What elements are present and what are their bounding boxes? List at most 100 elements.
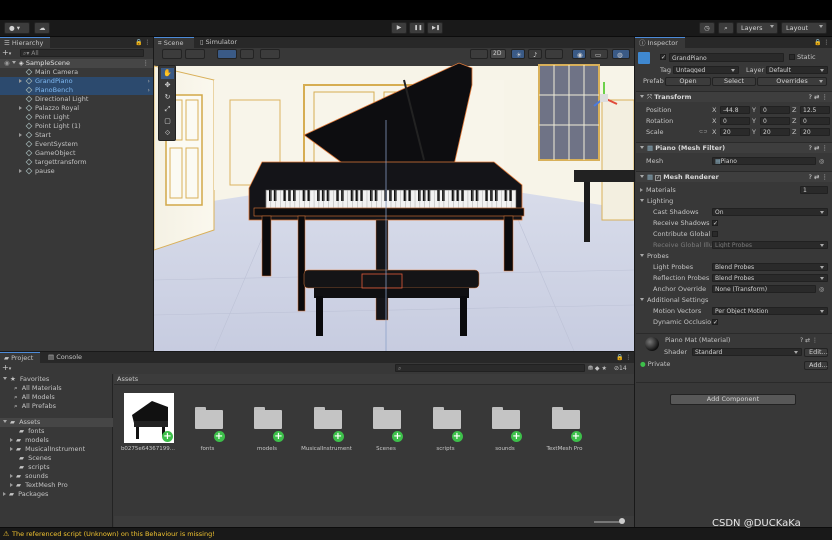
transform-tool-button[interactable]: ⟐ (161, 128, 174, 139)
tab-simulator[interactable]: ▯ Simulator (196, 37, 246, 48)
shading-dropdown[interactable] (470, 49, 488, 59)
project-search-input[interactable]: ⌕ (395, 364, 585, 372)
component-menu-icons[interactable]: ? ⇄ ⋮ (800, 336, 818, 345)
cloud-button[interactable]: ☁ (34, 22, 50, 34)
contribute-gi-checkbox[interactable] (712, 231, 718, 237)
inspector-tab-menu[interactable]: 🔒 ⋮ (810, 37, 832, 48)
account-button[interactable]: ● ▾ (4, 22, 30, 34)
status-message[interactable]: The referenced script (Unknown) on this … (12, 530, 215, 538)
expand-arrow[interactable] (10, 447, 13, 451)
tree-favorite-item[interactable]: ⌕ All Models (0, 393, 113, 402)
filter-icons[interactable]: ⛃ ◆ ★ (588, 364, 607, 373)
tree-favorite-item[interactable]: ⌕ All Prefabs (0, 402, 113, 411)
tree-favorite-item[interactable]: ⌕ All Materials (0, 384, 113, 393)
transform-header[interactable]: ⤧ Transform ? ⇄ ⋮ (636, 91, 832, 102)
gizmos-dropdown[interactable]: ◍ (612, 49, 630, 59)
rotation-y-field[interactable]: 0 (760, 117, 790, 125)
prefab-open-button[interactable]: Open (665, 77, 711, 86)
folder-icon[interactable] (313, 407, 342, 429)
collapse-arrow[interactable] (3, 377, 7, 380)
scene-viewport[interactable] (154, 60, 634, 351)
layout-dropdown[interactable]: Layout (781, 22, 827, 34)
hierarchy-add-button[interactable]: +▾ (2, 49, 14, 58)
breadcrumb[interactable]: Assets (114, 374, 634, 385)
expand-arrow[interactable] (19, 106, 22, 110)
additional-settings-section[interactable]: Additional Settings (640, 296, 708, 305)
hierarchy-item[interactable]: GameObject (0, 149, 153, 158)
edit-shader-button[interactable]: Edit... (804, 348, 828, 357)
position-x-field[interactable]: -44.8 (720, 106, 750, 114)
layers-dropdown[interactable]: Layers (736, 22, 778, 34)
materials-count-field[interactable]: 1 (800, 186, 828, 194)
link-icon[interactable]: ⊂⊃ (699, 128, 707, 137)
expand-arrow[interactable] (10, 483, 13, 487)
expand-arrow[interactable] (19, 133, 22, 137)
tree-assets[interactable]: ▰ Assets (0, 418, 113, 427)
collapse-arrow[interactable] (640, 175, 644, 178)
anchor-override-field[interactable]: None (Transform) (712, 285, 816, 293)
search-button[interactable]: ⌕ (718, 22, 734, 34)
audio-toggle[interactable]: ♪ (528, 49, 542, 59)
tree-folder[interactable]: ▰ fonts (0, 427, 113, 436)
dynamic-occlusion-checkbox[interactable]: ✓ (712, 319, 718, 326)
increment-dropdown[interactable] (260, 49, 280, 59)
add-material-button[interactable]: Add... (804, 361, 828, 370)
component-menu-icons[interactable]: ? ⇄ ⋮ (808, 172, 828, 182)
motion-vectors-dropdown[interactable]: Per Object Motion (712, 307, 828, 315)
tree-folder[interactable]: ▰ models (0, 436, 113, 445)
tree-packages[interactable]: ▰ Packages (0, 490, 113, 499)
active-checkbox[interactable]: ✓ (660, 54, 666, 61)
folder-icon[interactable] (373, 407, 401, 429)
history-button[interactable]: ◷ (699, 22, 715, 34)
tab-scene[interactable]: ⌗ Scene (154, 37, 194, 48)
hand-tool-button[interactable]: ✋ (161, 68, 174, 79)
rotation-x-field[interactable]: 0 (720, 117, 750, 125)
rotation-z-field[interactable]: 0 (800, 117, 830, 125)
prefab-select-button[interactable]: Select (712, 77, 756, 86)
component-menu-icons[interactable]: ? ⇄ ⋮ (808, 92, 828, 102)
more-icon[interactable]: ⋮ (143, 59, 150, 68)
receive-shadows-checkbox[interactable]: ✓ (712, 220, 718, 227)
hierarchy-item[interactable]: Palazzo Royal (0, 104, 153, 113)
add-component-button[interactable]: Add Component (670, 394, 796, 405)
lighting-section[interactable]: Lighting (640, 197, 673, 206)
draw-mode-dropdown[interactable] (162, 49, 182, 59)
expand-arrow[interactable] (3, 492, 6, 496)
hierarchy-item[interactable]: pause (0, 167, 153, 176)
chevron-right-icon[interactable]: › (147, 86, 150, 95)
gizmo-dropdown[interactable] (185, 49, 205, 59)
play-button[interactable]: ▶ (391, 22, 407, 34)
hierarchy-item[interactable]: Point Light (0, 113, 153, 122)
hierarchy-item[interactable]: Main Camera (0, 68, 153, 77)
mesh-field[interactable]: ▦Piano (712, 157, 816, 165)
scale-x-field[interactable]: 20 (720, 128, 750, 136)
probes-section[interactable]: Probes (640, 252, 669, 261)
cast-shadows-dropdown[interactable]: On (712, 208, 828, 216)
renderer-enabled-checkbox[interactable]: ✓ (655, 175, 662, 181)
object-picker-icon[interactable]: ◎ (819, 285, 824, 294)
effects-dropdown[interactable] (545, 49, 563, 59)
hierarchy-item[interactable]: Point Light (1) (0, 122, 153, 131)
layer-dropdown[interactable]: Default (766, 66, 828, 74)
scene-row[interactable]: ◉ ◈ SampleScene ⋮ (0, 59, 153, 68)
expand-arrow[interactable] (10, 474, 13, 478)
scale-y-field[interactable]: 20 (760, 128, 790, 136)
pause-button[interactable]: ❚❚ (409, 22, 425, 34)
hierarchy-item[interactable]: EventSystem (0, 140, 153, 149)
folder-icon[interactable] (432, 407, 461, 429)
hierarchy-item[interactable]: targettransform (0, 158, 153, 167)
hierarchy-item[interactable]: GrandPiano › (0, 77, 153, 86)
step-button[interactable]: ▶❚ (427, 22, 443, 34)
position-y-field[interactable]: 0 (760, 106, 790, 114)
snap-button[interactable] (240, 49, 254, 59)
tree-folder[interactable]: ▰ MusicalInstrument (0, 445, 113, 454)
rect-tool-button[interactable]: ▢ (161, 116, 174, 127)
tab-inspector[interactable]: ⓘ Inspector (635, 37, 685, 48)
tree-folder[interactable]: ▰ TextMesh Pro (0, 481, 113, 490)
expand-arrow[interactable] (10, 438, 13, 442)
hierarchy-item[interactable]: Start (0, 131, 153, 140)
tree-folder[interactable]: ▰ sounds (0, 472, 113, 481)
tab-console[interactable]: ▤ Console (44, 352, 84, 363)
tab-project[interactable]: ▰ Project (0, 352, 40, 363)
scale-z-field[interactable]: 20 (800, 128, 830, 136)
